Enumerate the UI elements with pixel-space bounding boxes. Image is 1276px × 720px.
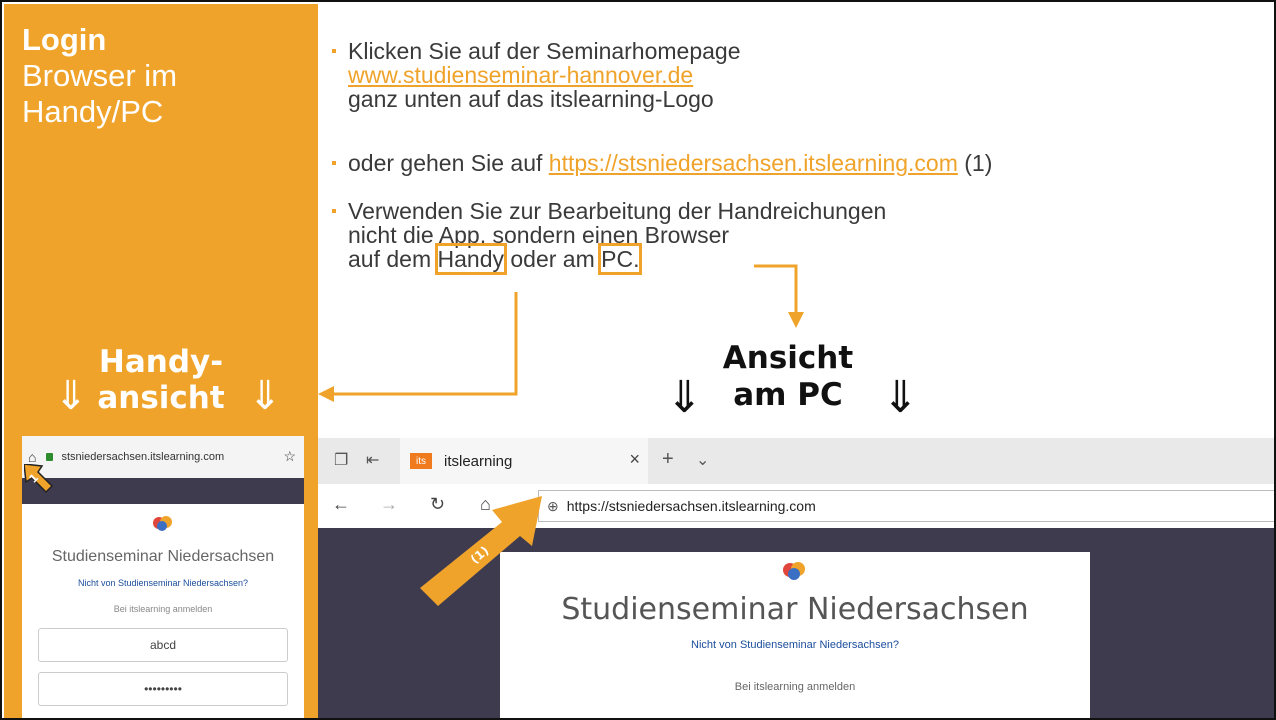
bullet-3-text-a: auf dem (348, 246, 438, 272)
pc-label-line2: am PC (733, 377, 843, 413)
slide: Login Browser im Handy/PC Handy- ansicht… (0, 0, 1276, 720)
globe-icon: ⊕ (547, 497, 559, 514)
down-arrow-icon: ⇓ (666, 372, 703, 423)
phone-header (22, 478, 304, 504)
phone-other-org-link[interactable]: Nicht von Studienseminar Niedersachsen? (22, 578, 304, 588)
tab-itslearning[interactable]: its itslearning × (400, 438, 648, 484)
bullet-icon (332, 161, 336, 165)
handy-highlight: Handy (434, 243, 508, 275)
site-title: Studienseminar Niedersachsen (561, 592, 1029, 627)
browser-screenshot: ❐ ⇤ its itslearning × + ⌄ ← → ↻ ⌂ ⊕ http… (318, 438, 1274, 718)
itslearning-icon: its (410, 453, 432, 469)
phone-address-bar[interactable]: ⌂ stsniedersachsen.itslearning.com ☆ (22, 436, 304, 478)
browser-url: https://stsniedersachsen.itslearning.com (566, 498, 816, 514)
bullet-2-prefix: oder gehen Sie auf (348, 150, 549, 176)
bullet-icon (332, 49, 336, 53)
seminar-logo-icon (780, 560, 810, 582)
home-icon[interactable]: ⌂ (28, 449, 36, 465)
down-arrow-icon: ⇓ (248, 373, 282, 419)
phone-username-field[interactable]: abcd (38, 628, 288, 662)
tabs-aside-icon[interactable]: ⇤ (366, 450, 379, 470)
phone-signin-heading: Bei itslearning anmelden (113, 604, 213, 614)
panel-title: Login Browser im Handy/PC (22, 22, 177, 130)
lock-icon (46, 453, 54, 461)
bullet-3-line3: auf dem Handy oder am PC. (348, 243, 643, 275)
bullet-3-text-b: oder am (503, 246, 602, 272)
title-line2: Browser im (22, 58, 178, 93)
navigation-bar: ← → ↻ ⌂ ⊕ https://stsniedersachsen.itsle… (318, 484, 1274, 528)
pc-label-line1: Ansicht (722, 340, 854, 376)
tab-title: itslearning (444, 452, 513, 470)
bullet-2-line: oder gehen Sie auf https://stsniedersach… (348, 152, 992, 175)
tab-preview-icon[interactable]: ❐ (334, 450, 348, 470)
signin-heading: Bei itslearning anmelden (734, 681, 856, 693)
bullet-3-line2: nicht die App, sondern einen Browser (348, 222, 730, 248)
phone-url: stsniedersachsen.itslearning.com (61, 451, 225, 463)
favorites-icon[interactable]: ☆ (283, 448, 296, 465)
chevron-down-icon[interactable]: ⌄ (696, 450, 709, 470)
title-login: Login (22, 22, 107, 57)
bullet-1-line3: ganz unten auf das itslearning-Logo (348, 86, 714, 112)
itslearning-link[interactable]: https://stsniedersachsen.itslearning.com (549, 150, 958, 176)
bullet-icon (332, 209, 336, 213)
back-icon[interactable]: ← (332, 494, 350, 515)
new-tab-icon[interactable]: + (662, 448, 674, 471)
phone-password-field[interactable]: ••••••••• (38, 672, 288, 706)
bullet-1-line1: Klicken Sie auf der Seminarhomepage (348, 38, 741, 64)
pc-highlight: PC. (598, 243, 643, 275)
down-arrow-icon: ⇓ (54, 373, 88, 419)
bullet-2-suffix: (1) (957, 150, 993, 176)
down-arrow-icon: ⇓ (882, 372, 919, 423)
phone-login-form: Studienseminar Niedersachsen Nicht von S… (22, 504, 304, 706)
bullet-3-line1: Verwenden Sie zur Bearbeitung der Handre… (348, 198, 887, 224)
address-bar[interactable]: ⊕ https://stsniedersachsen.itslearning.c… (538, 490, 1274, 522)
seminar-homepage-link[interactable]: www.studienseminar-hannover.de (348, 64, 693, 87)
refresh-icon[interactable]: ↻ (430, 494, 445, 515)
phone-screenshot: ⌂ stsniedersachsen.itslearning.com ☆ Stu… (22, 436, 304, 718)
close-icon[interactable]: × (629, 449, 640, 470)
pc-view-label: Ansicht am PC (718, 340, 858, 414)
seminar-logo-icon (150, 514, 176, 534)
phone-site-title: Studienseminar Niedersachsen (51, 548, 275, 565)
title-line3: Handy/PC (22, 94, 164, 129)
forward-icon[interactable]: → (380, 494, 398, 515)
login-card: Studienseminar Niedersachsen Nicht von S… (500, 552, 1090, 718)
tab-bar: ❐ ⇤ its itslearning × + ⌄ (318, 438, 1274, 484)
other-org-link[interactable]: Nicht von Studienseminar Niedersachsen? (500, 639, 1090, 651)
home-icon[interactable]: ⌂ (480, 494, 491, 515)
